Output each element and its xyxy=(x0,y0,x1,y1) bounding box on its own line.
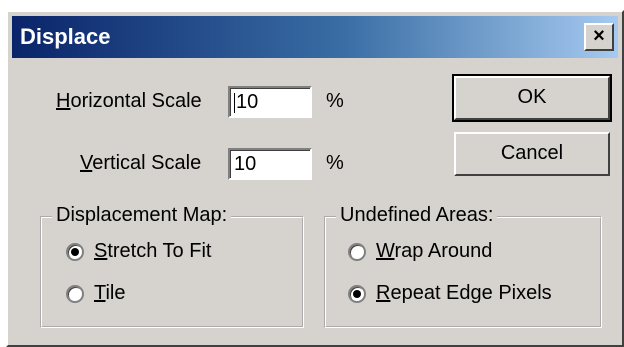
window-title: Displace xyxy=(20,24,111,49)
vertical-scale-label: Vertical Scale xyxy=(80,152,202,174)
ok-button[interactable]: OK xyxy=(452,74,612,122)
tile-radio[interactable]: Tile xyxy=(66,282,126,305)
displace-dialog: Displace × Horizontal Scale 10 % Vertica… xyxy=(6,10,624,347)
radio-button-icon xyxy=(66,284,84,303)
horizontal-scale-unit: % xyxy=(326,90,344,112)
radio-button-icon xyxy=(348,242,366,261)
stretch-to-fit-label: Stretch To Fit xyxy=(94,240,212,262)
radio-selected-dot xyxy=(71,247,79,256)
horizontal-scale-input[interactable]: 10 xyxy=(228,86,312,118)
repeat-edge-pixels-radio[interactable]: Repeat Edge Pixels xyxy=(348,282,552,305)
wrap-around-radio[interactable]: Wrap Around xyxy=(348,240,492,263)
title-bar[interactable]: Displace × xyxy=(12,16,618,58)
radio-button-icon xyxy=(348,284,366,303)
undefined-areas-legend: Undefined Areas: xyxy=(336,204,498,227)
vertical-scale-input[interactable]: 10 xyxy=(228,148,312,180)
text-caret xyxy=(234,92,235,113)
radio-button-icon xyxy=(66,242,84,261)
wrap-around-label: Wrap Around xyxy=(376,240,493,262)
close-button[interactable]: × xyxy=(584,23,614,51)
displacement-map-group: Displacement Map: Stretch To Fit Tile xyxy=(40,204,304,328)
vertical-scale-unit: % xyxy=(326,152,344,174)
stretch-to-fit-radio[interactable]: Stretch To Fit xyxy=(66,240,211,263)
cancel-button[interactable]: Cancel xyxy=(454,132,610,176)
undefined-areas-group: Undefined Areas: Wrap Around Repeat Edge… xyxy=(324,204,602,328)
radio-selected-dot xyxy=(353,289,361,298)
horizontal-scale-label: Horizontal Scale xyxy=(56,90,202,112)
displacement-map-legend: Displacement Map: xyxy=(52,204,232,227)
tile-label: Tile xyxy=(94,282,126,304)
repeat-edge-pixels-label: Repeat Edge Pixels xyxy=(376,282,552,304)
close-icon: × xyxy=(593,25,605,47)
